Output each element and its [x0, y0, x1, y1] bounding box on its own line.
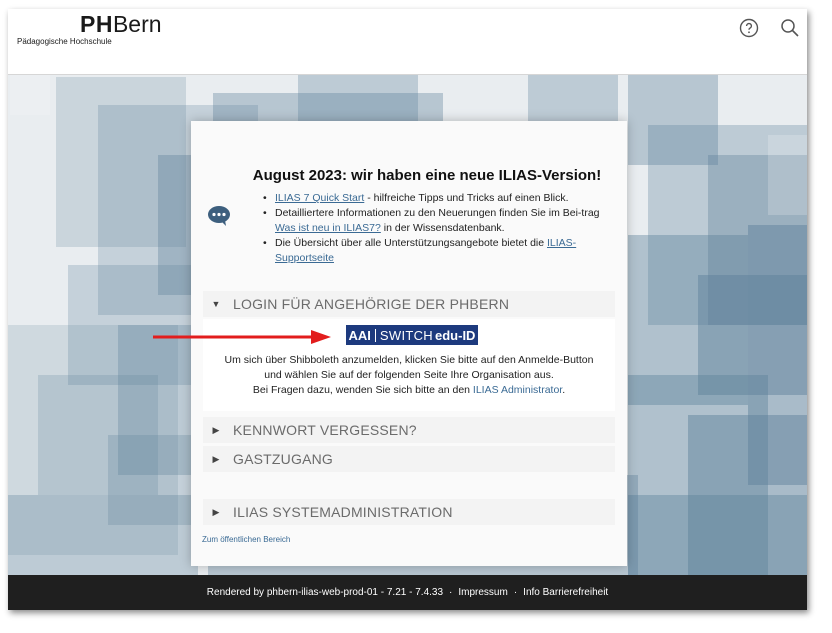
accordion-guest-header[interactable]: ▶ GASTZUGANG: [203, 446, 615, 472]
logo-wordmark: PHBern: [80, 11, 162, 37]
accordion-login-header[interactable]: ▼ LOGIN FÜR ANGEHÖRIGE DER PHBERN: [203, 291, 615, 317]
news-item: ILIAS 7 Quick Start - hilfreiche Tipps u…: [261, 191, 601, 206]
caret-down-icon: ▼: [211, 299, 221, 309]
ilias-admin-link[interactable]: ILIAS Administrator: [473, 384, 562, 396]
whats-new-link[interactable]: Was ist neu in ILIAS7?: [275, 222, 381, 234]
quick-start-link[interactable]: ILIAS 7 Quick Start: [275, 192, 364, 204]
red-arrow-annotation: [153, 330, 331, 344]
logo-subtitle: Pädagogische Hochschule: [17, 37, 112, 46]
search-icon[interactable]: [779, 17, 801, 39]
speech-bubble-icon: [207, 205, 231, 232]
caret-right-icon: ▶: [212, 424, 220, 435]
browser-page: PHBern Pädagogische Hochschule August 20…: [8, 9, 807, 610]
shibboleth-instructions: Um sich über Shibboleth anzumelden, klic…: [224, 354, 594, 396]
caret-right-icon: ▶: [212, 506, 220, 517]
impressum-link[interactable]: Impressum: [458, 587, 507, 598]
public-area-link[interactable]: Zum öffentlichen Bereich: [202, 535, 290, 544]
caret-right-icon: ▶: [212, 453, 220, 464]
news-item: Die Übersicht über alle Unterstützungsan…: [261, 236, 601, 266]
news-title: August 2023: wir haben eine neue ILIAS-V…: [252, 167, 602, 184]
aai-switch-eduid-login-button[interactable]: AAI SWITCH edu-ID: [346, 325, 478, 345]
accessibility-info-link[interactable]: Info Barrierefreiheit: [523, 587, 608, 598]
accordion-sysadmin-header[interactable]: ▶ ILIAS SYSTEMADMINISTRATION: [203, 499, 615, 525]
footer: Rendered by phbern-ilias-web-prod-01 - 7…: [8, 575, 807, 610]
header: PHBern Pädagogische Hochschule: [8, 9, 807, 75]
news-list: ILIAS 7 Quick Start - hilfreiche Tipps u…: [261, 191, 601, 266]
accordion-password-header[interactable]: ▶ KENNWORT VERGESSEN?: [203, 417, 615, 443]
news-item: Detailliertere Informationen zu den Neue…: [261, 206, 601, 236]
render-info: Rendered by phbern-ilias-web-prod-01 - 7…: [206, 587, 444, 598]
help-circle-icon[interactable]: [738, 17, 760, 39]
